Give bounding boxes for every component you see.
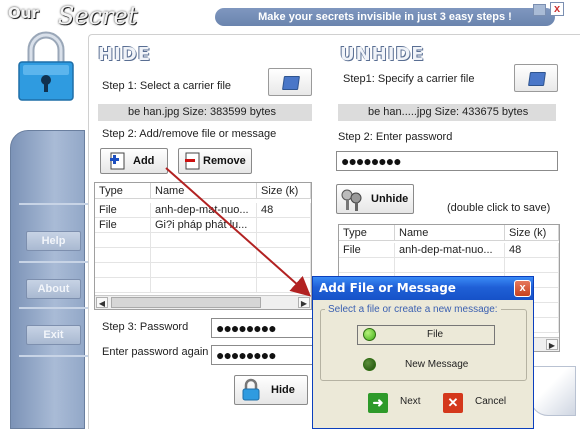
folder-icon bbox=[282, 76, 300, 90]
table-row[interactable]: File Gi?i pháp phát lu... bbox=[95, 218, 311, 233]
remove-button-label: Remove bbox=[203, 155, 246, 167]
cell-size: 48 bbox=[257, 203, 311, 217]
table-row bbox=[339, 258, 559, 273]
hide-carrier-info: be han.jpg Size: 383599 bytes bbox=[98, 104, 312, 121]
sidebar-divider bbox=[19, 307, 89, 309]
cell-name: anh-dep-mat-nuo... bbox=[151, 203, 257, 217]
save-hint: (double click to save) bbox=[447, 202, 551, 214]
sidebar-divider bbox=[19, 203, 89, 205]
radio-selected-icon[interactable] bbox=[363, 328, 376, 341]
cell-size: 48 bbox=[505, 243, 559, 257]
scroll-thumb[interactable] bbox=[111, 297, 261, 308]
hide-table-header: Type Name Size (k) bbox=[95, 183, 311, 199]
unhide-title: UNHIDE bbox=[340, 44, 425, 65]
unhide-table-header: Type Name Size (k) bbox=[339, 225, 559, 241]
option-new-message-label: New Message bbox=[405, 359, 469, 370]
password-field[interactable]: ●●●●●●●● bbox=[211, 318, 313, 338]
sidebar-divider bbox=[19, 261, 89, 263]
lock-icon bbox=[242, 378, 260, 401]
col-name: Name bbox=[151, 183, 257, 198]
password-again-field[interactable]: ●●●●●●●● bbox=[211, 345, 313, 365]
cell-type: File bbox=[339, 243, 395, 257]
col-type: Type bbox=[95, 183, 151, 198]
unhide-carrier-info: be han.....jpg Size: 433675 bytes bbox=[338, 104, 556, 121]
col-name: Name bbox=[395, 225, 505, 240]
password-again-label: Enter password again bbox=[102, 346, 209, 358]
page-curl-decoration bbox=[530, 366, 576, 416]
unhide-button[interactable]: Unhide bbox=[336, 184, 414, 214]
sidebar-item-exit[interactable]: Exit bbox=[26, 325, 81, 345]
tagline-bar: Make your secrets invisible in just 3 ea… bbox=[215, 8, 555, 26]
cell-type: File bbox=[95, 203, 151, 217]
radio-icon[interactable] bbox=[363, 358, 376, 371]
option-file[interactable]: File bbox=[363, 325, 493, 345]
remove-button[interactable]: Remove bbox=[178, 148, 252, 174]
remove-file-icon bbox=[185, 152, 200, 170]
add-button-label: Add bbox=[133, 155, 155, 167]
dialog-close-button[interactable]: x bbox=[514, 280, 531, 297]
keys-icon bbox=[341, 189, 362, 211]
scroll-right-icon[interactable]: ▶ bbox=[546, 339, 558, 350]
table-row bbox=[95, 278, 311, 293]
col-size: Size (k) bbox=[505, 225, 559, 240]
sidebar-divider bbox=[19, 355, 89, 357]
hide-table-scrollbar[interactable]: ◀ ▶ bbox=[95, 295, 311, 309]
cancel-button-label: Cancel bbox=[475, 396, 507, 407]
minimize-button[interactable] bbox=[533, 4, 546, 16]
table-row bbox=[95, 263, 311, 278]
cell-size bbox=[257, 218, 311, 232]
unhide-browse-button[interactable] bbox=[514, 64, 558, 92]
next-button[interactable]: ➜ Next bbox=[368, 391, 438, 415]
cancel-x-icon: ✕ bbox=[443, 393, 463, 413]
hide-step1-label: Step 1: Select a carrier file bbox=[102, 80, 232, 92]
table-row[interactable]: File anh-dep-mat-nuo... 48 bbox=[339, 243, 559, 258]
unhide-step2-label: Step 2: Enter password bbox=[338, 131, 453, 143]
sidebar-item-help[interactable]: Help bbox=[26, 231, 81, 251]
add-file-icon bbox=[110, 152, 125, 170]
padlock-icon bbox=[18, 31, 74, 101]
next-button-label: Next bbox=[400, 396, 421, 407]
sidebar-panel: Help About Exit bbox=[10, 130, 89, 429]
add-button[interactable]: Add bbox=[100, 148, 168, 174]
cell-type: File bbox=[95, 218, 151, 232]
col-type: Type bbox=[339, 225, 395, 240]
hide-step2-label: Step 2: Add/remove file or message bbox=[102, 128, 277, 140]
logo-secret: Secret bbox=[58, 2, 138, 30]
table-row bbox=[95, 248, 311, 263]
hide-button-label: Hide bbox=[271, 384, 295, 396]
dialog-group-label: Select a file or create a new message: bbox=[325, 304, 501, 315]
cell-name: anh-dep-mat-nuo... bbox=[395, 243, 505, 257]
cell-name: Gi?i pháp phát lu... bbox=[151, 218, 257, 232]
our-secret-window: Our Secret Make your secrets invisible i… bbox=[0, 0, 580, 429]
hide-file-table[interactable]: Type Name Size (k) File anh-dep-mat-nuo.… bbox=[94, 182, 312, 310]
unhide-step1-label: Step1: Specify a carrier file bbox=[343, 73, 475, 85]
option-new-message[interactable]: New Message bbox=[363, 355, 493, 375]
logo-our: Our bbox=[8, 4, 39, 22]
dialog-title[interactable]: Add File or Message bbox=[313, 277, 533, 300]
hide-browse-button[interactable] bbox=[268, 68, 312, 96]
hide-button[interactable]: Hide bbox=[234, 375, 308, 405]
scroll-right-icon[interactable]: ▶ bbox=[298, 297, 310, 308]
password-label: Step 3: Password bbox=[102, 321, 189, 333]
col-size: Size (k) bbox=[257, 183, 311, 198]
unhide-password-field[interactable]: ●●●●●●●● bbox=[336, 151, 558, 171]
sidebar-item-about[interactable]: About bbox=[26, 279, 81, 299]
unhide-button-label: Unhide bbox=[371, 193, 409, 205]
add-file-dialog: Add File or Message x Select a file or c… bbox=[312, 276, 534, 429]
next-arrow-icon: ➜ bbox=[368, 393, 388, 413]
close-button[interactable]: x bbox=[550, 2, 564, 16]
table-row[interactable]: File anh-dep-mat-nuo... 48 bbox=[95, 203, 311, 218]
hide-title: HIDE bbox=[98, 44, 151, 65]
scroll-left-icon[interactable]: ◀ bbox=[96, 297, 108, 308]
table-row bbox=[95, 233, 311, 248]
cancel-button[interactable]: ✕ Cancel bbox=[443, 391, 523, 415]
option-file-label: File bbox=[427, 329, 444, 340]
folder-icon bbox=[528, 72, 546, 86]
